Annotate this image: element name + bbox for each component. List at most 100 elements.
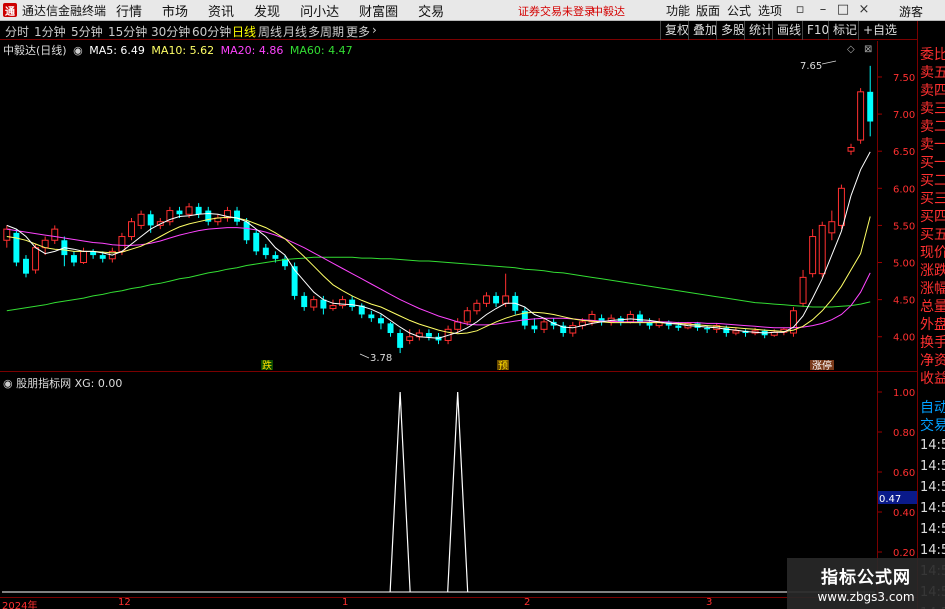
menu-layout[interactable]: 版面 <box>696 2 720 19</box>
login-status-link[interactable]: 证券交易未登录 <box>518 3 595 19</box>
candle-down[interactable] <box>349 299 356 308</box>
period-more[interactable]: 更多 <box>346 23 370 40</box>
candle-up[interactable] <box>185 206 193 215</box>
guest-label[interactable]: 游客 <box>899 3 923 20</box>
menu-ask-xiaoda[interactable]: 问小达 <box>300 1 339 20</box>
candle-down[interactable] <box>70 255 77 263</box>
period-intraday[interactable]: 分时 <box>5 23 29 40</box>
candle-down[interactable] <box>176 210 183 215</box>
period-30min[interactable]: 30分钟 <box>151 23 190 40</box>
candle-down[interactable] <box>272 255 279 259</box>
period-weekly[interactable]: 周线 <box>258 23 282 40</box>
auto-trade-label[interactable]: 自动 <box>918 399 945 417</box>
menu-news[interactable]: 资讯 <box>208 1 234 20</box>
candle-down[interactable] <box>291 266 298 296</box>
period-monthly[interactable]: 月线 <box>283 23 307 40</box>
menu-trade[interactable]: 交易 <box>418 1 444 20</box>
candle-up[interactable] <box>32 247 40 271</box>
date-label-feb: 2 <box>524 597 531 608</box>
candle-down[interactable] <box>253 232 260 252</box>
close-icon[interactable]: × <box>856 2 872 17</box>
candle-up[interactable] <box>847 146 855 152</box>
candle-up[interactable] <box>626 313 634 323</box>
candle-down[interactable] <box>397 333 404 348</box>
candle-down[interactable] <box>368 314 375 319</box>
candle-down[interactable] <box>320 299 327 309</box>
menu-formula[interactable]: 公式 <box>727 2 751 19</box>
chart-close-icon[interactable]: ⊠ <box>864 44 872 55</box>
menu-options[interactable]: 选项 <box>758 2 782 19</box>
candle-up[interactable] <box>3 228 11 241</box>
candle-down[interactable] <box>387 323 394 334</box>
candle-up[interactable] <box>502 295 510 304</box>
candle-up[interactable] <box>569 325 577 334</box>
auto-trade-label[interactable]: 交易 <box>918 417 945 435</box>
indicator-axis-label: 0.40 <box>893 508 915 519</box>
candle-down[interactable] <box>147 214 154 226</box>
diamond-icon[interactable]: ◇ <box>847 44 855 55</box>
candle-up[interactable] <box>818 224 826 275</box>
candle-down[interactable] <box>377 318 384 324</box>
candle-up[interactable] <box>473 302 481 312</box>
candle-up[interactable] <box>406 336 414 341</box>
candle-up[interactable] <box>809 236 817 275</box>
candlestick-chart[interactable]: 7.50 7.00 6.50 6.00 5.50 5.00 4.50 4.00 7.65 3.… <box>0 41 917 371</box>
watermark-title: 指标公式网 <box>821 568 911 588</box>
help-icon[interactable]: ▫ <box>792 2 808 17</box>
candle-up[interactable] <box>128 221 135 238</box>
candle-up[interactable] <box>482 295 490 304</box>
candle-up[interactable] <box>837 187 845 226</box>
candle-down[interactable] <box>262 247 269 256</box>
period-5min[interactable]: 5分钟 <box>71 23 103 40</box>
candle-up[interactable] <box>828 221 836 234</box>
candle-up[interactable] <box>329 305 337 310</box>
candle-up[interactable] <box>857 91 865 141</box>
quote-field-label: 净资 <box>920 353 945 369</box>
quote-field-label: 卖二 <box>920 119 945 135</box>
candle-up[interactable] <box>732 330 740 334</box>
period-daily[interactable]: 日线 <box>232 23 256 40</box>
candle-down[interactable] <box>675 325 682 328</box>
candle-down[interactable] <box>704 327 711 330</box>
candle-down[interactable] <box>493 295 500 304</box>
toolbar-draw[interactable]: 画线 <box>772 21 805 40</box>
period-15min[interactable]: 15分钟 <box>108 23 147 40</box>
candle-up[interactable] <box>310 299 318 308</box>
period-60min[interactable]: 60分钟 <box>192 23 231 40</box>
candle-up[interactable] <box>799 276 807 304</box>
candle-up[interactable] <box>463 310 471 323</box>
maximize-icon[interactable]: □ <box>835 2 851 17</box>
candle-up[interactable] <box>80 250 88 264</box>
toolbar-add-watchlist[interactable]: +自选 <box>858 21 901 40</box>
candle-up[interactable] <box>51 228 59 241</box>
candle-down[interactable] <box>234 210 241 222</box>
toolbar-mark[interactable]: 标记 <box>828 21 861 40</box>
indicator-axis-label: 0.80 <box>893 428 915 439</box>
candle-down[interactable] <box>243 221 250 241</box>
price-axis-label: 7.00 <box>893 110 915 121</box>
minimize-icon[interactable]: – <box>815 2 831 17</box>
period-multi[interactable]: 多周期 <box>308 23 344 40</box>
candle-up[interactable] <box>540 321 548 330</box>
period-1min[interactable]: 1分钟 <box>34 23 66 40</box>
candle-up[interactable] <box>137 213 145 226</box>
candle-down[interactable] <box>694 323 701 328</box>
candle-down[interactable] <box>301 295 308 308</box>
date-label-jan: 1 <box>342 597 349 608</box>
indicator-chart[interactable]: 1.000.800.600.470.400.20 <box>0 372 917 597</box>
menu-market[interactable]: 市场 <box>162 1 188 20</box>
candle-down[interactable] <box>531 325 538 330</box>
menu-market-quotes[interactable]: 行情 <box>116 1 142 20</box>
menu-wealth-circle[interactable]: 财富圈 <box>359 1 398 20</box>
more-chevron-icon[interactable]: › <box>372 23 377 37</box>
candle-down[interactable] <box>23 258 29 274</box>
xg-spike <box>447 391 469 593</box>
menu-discover[interactable]: 发现 <box>254 1 280 20</box>
candle-down[interactable] <box>636 314 643 322</box>
candle-down[interactable] <box>425 333 432 337</box>
candle-up[interactable] <box>454 321 462 330</box>
menu-functions[interactable]: 功能 <box>666 2 690 19</box>
candle-down[interactable] <box>99 255 106 259</box>
candle-down[interactable] <box>867 91 874 122</box>
candle-down[interactable] <box>195 206 202 215</box>
